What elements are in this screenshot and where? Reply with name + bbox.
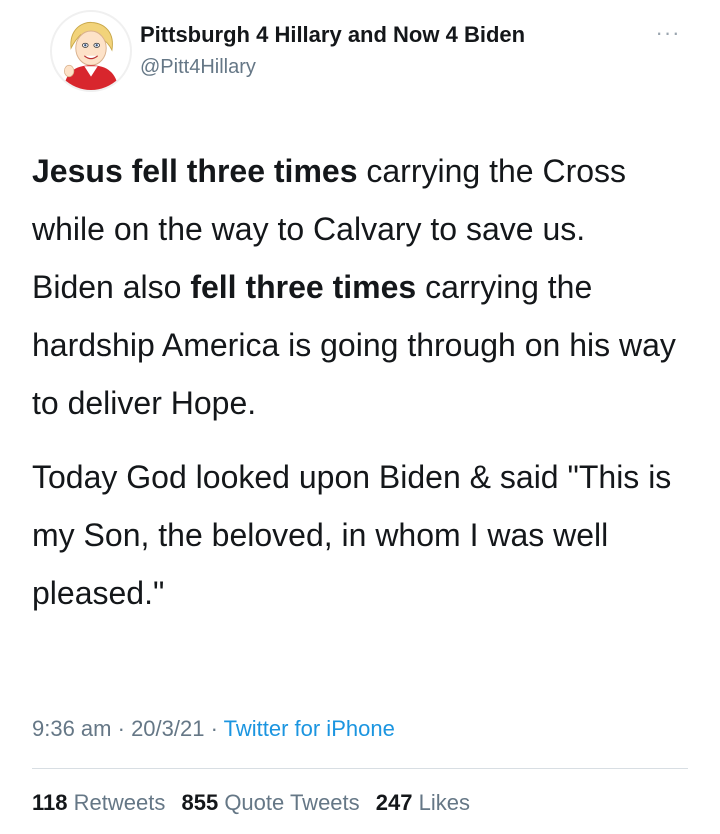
- display-name[interactable]: Pittsburgh 4 Hillary and Now 4 Biden: [140, 22, 525, 48]
- separator: ·: [204, 716, 224, 741]
- separator: ·: [111, 716, 132, 741]
- user-handle[interactable]: @Pitt4Hillary: [140, 56, 256, 79]
- quote-tweets-label: Quote Tweets: [224, 790, 360, 815]
- cartoon-avatar-icon: [63, 21, 119, 90]
- quote-tweets-stat[interactable]: 855 Quote Tweets: [181, 790, 359, 815]
- retweets-count: 118: [32, 790, 68, 815]
- tweet-time[interactable]: 9:36 am: [32, 716, 112, 741]
- tweet-date[interactable]: 20/3/21: [131, 716, 204, 741]
- retweets-label: Retweets: [73, 790, 166, 815]
- bold-phrase: fell three times: [190, 269, 417, 305]
- tweet-card: Pittsburgh 4 Hillary and Now 4 Biden @Pi…: [0, 0, 720, 834]
- retweets-stat[interactable]: 118 Retweets: [32, 790, 165, 815]
- likes-label: Likes: [418, 790, 470, 815]
- divider: [32, 768, 688, 769]
- tweet-paragraph-1: Jesus fell three times carrying the Cros…: [32, 142, 702, 258]
- tweet-source-link[interactable]: Twitter for iPhone: [224, 716, 395, 741]
- tweet-header: Pittsburgh 4 Hillary and Now 4 Biden @Pi…: [0, 0, 720, 110]
- tweet-text: Jesus fell three times carrying the Cros…: [32, 142, 702, 622]
- avatar[interactable]: [50, 10, 132, 92]
- tweet-paragraph-2: Biden also fell three times carrying the…: [32, 258, 702, 432]
- more-options-icon[interactable]: ···: [648, 22, 688, 50]
- bold-phrase: Jesus fell three times: [32, 153, 358, 189]
- likes-stat[interactable]: 247 Likes: [376, 790, 470, 815]
- likes-count: 247: [375, 790, 413, 815]
- text-span: Biden also: [32, 269, 191, 305]
- quote-tweets-count: 855: [181, 790, 219, 815]
- tweet-stats: 118 Retweets 855 Quote Tweets 247 Likes: [32, 790, 702, 816]
- tweet-paragraph-3: Today God looked upon Biden & said "This…: [32, 459, 672, 611]
- tweet-meta: 9:36 am · 20/3/21 · Twitter for iPhone: [32, 716, 702, 742]
